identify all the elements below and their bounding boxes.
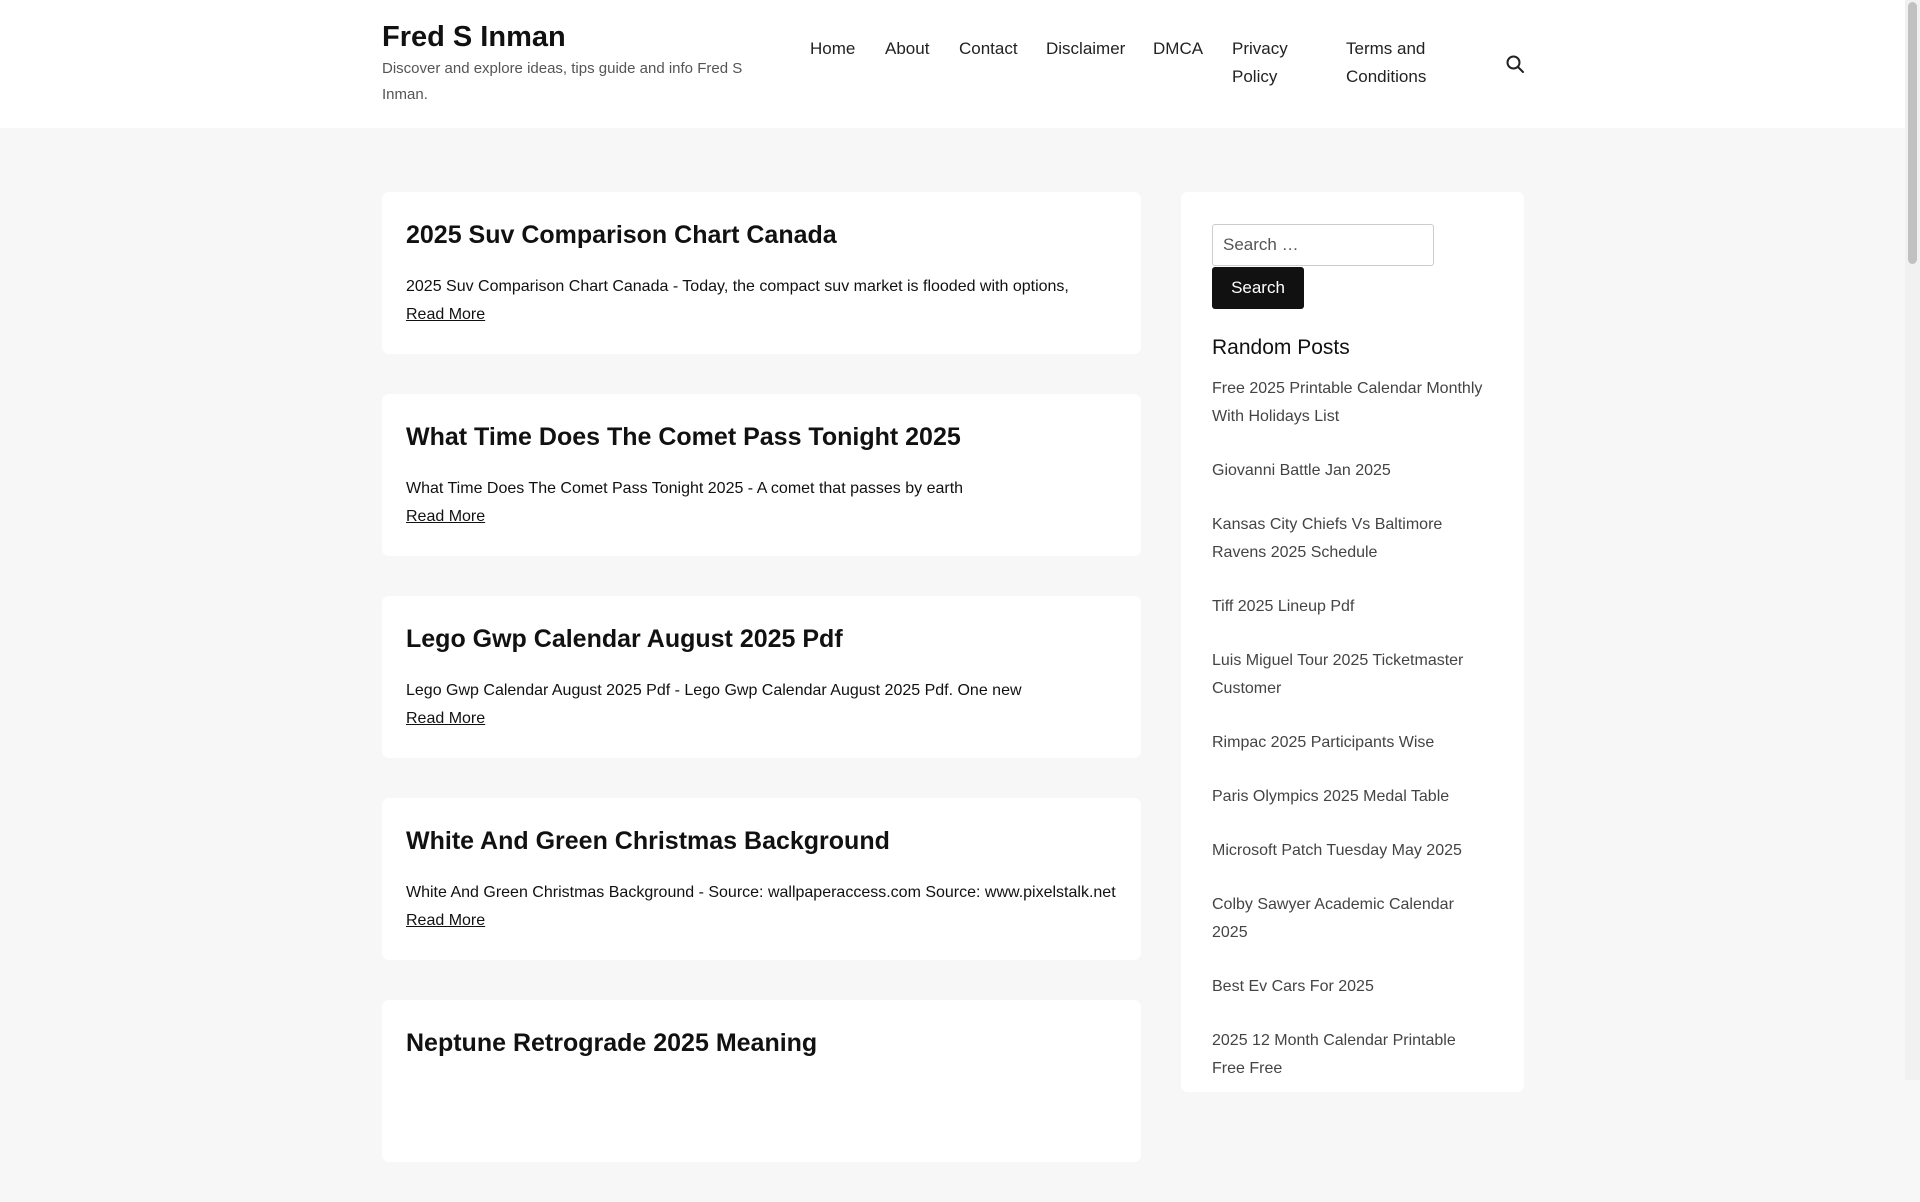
random-post-link[interactable]: Best Ev Cars For 2025 (1212, 973, 1492, 1001)
site-branding: Fred S Inman Discover and explore ideas,… (382, 18, 762, 108)
nav-privacy-policy[interactable]: Privacy Policy (1232, 35, 1322, 91)
post-excerpt: What Time Does The Comet Pass Tonight 20… (406, 480, 964, 497)
post-title[interactable]: Lego Gwp Calendar August 2025 Pdf (406, 622, 843, 656)
random-post-link[interactable]: Rimpac 2025 Participants Wise (1212, 729, 1492, 757)
post-card: What Time Does The Comet Pass Tonight 20… (382, 394, 1141, 556)
page-scrollbar[interactable] (1905, 0, 1920, 1080)
nav-about[interactable]: About (885, 35, 929, 63)
post-title[interactable]: White And Green Christmas Background (406, 824, 890, 858)
post-title[interactable]: 2025 Suv Comparison Chart Canada (406, 218, 837, 252)
random-post-link[interactable]: 2025 12 Month Calendar Printable Free Fr… (1212, 1027, 1492, 1083)
search-input[interactable] (1212, 224, 1434, 266)
random-post-link[interactable]: Kansas City Chiefs Vs Baltimore Ravens 2… (1212, 511, 1492, 567)
read-more-link[interactable]: Read More (406, 907, 485, 935)
nav-disclaimer[interactable]: Disclaimer (1046, 35, 1125, 63)
nav-home[interactable]: Home (810, 35, 855, 63)
read-more-link[interactable]: Read More (406, 301, 485, 329)
scrollbar-thumb[interactable] (1908, 2, 1917, 264)
random-post-link[interactable]: Luis Miguel Tour 2025 Ticketmaster Custo… (1212, 647, 1492, 703)
post-excerpt: Lego Gwp Calendar August 2025 Pdf - Lego… (406, 682, 1022, 699)
post-title[interactable]: What Time Does The Comet Pass Tonight 20… (406, 420, 961, 454)
search-icon[interactable] (1504, 53, 1526, 75)
site-title[interactable]: Fred S Inman (382, 18, 762, 56)
nav-dmca[interactable]: DMCA (1153, 35, 1203, 63)
sidebar: Search Random Posts Free 2025 Printable … (1181, 192, 1524, 1092)
read-more-link[interactable]: Read More (406, 503, 485, 531)
random-post-link[interactable]: Microsoft Patch Tuesday May 2025 (1212, 837, 1492, 865)
post-card: Neptune Retrograde 2025 Meaning (382, 1000, 1141, 1162)
site-description: Discover and explore ideas, tips guide a… (382, 60, 743, 103)
random-post-link[interactable]: Tiff 2025 Lineup Pdf (1212, 593, 1492, 621)
random-posts-list: Free 2025 Printable Calendar Monthly Wit… (1212, 375, 1492, 1109)
search-button[interactable]: Search (1212, 267, 1304, 309)
post-card: 2025 Suv Comparison Chart Canada 2025 Su… (382, 192, 1141, 354)
post-list: 2025 Suv Comparison Chart Canada 2025 Su… (382, 192, 1141, 1202)
random-post-link[interactable]: Free 2025 Printable Calendar Monthly Wit… (1212, 375, 1492, 431)
site-header: Fred S Inman Discover and explore ideas,… (0, 0, 1905, 128)
post-title[interactable]: Neptune Retrograde 2025 Meaning (406, 1026, 817, 1060)
random-post-link[interactable]: Giovanni Battle Jan 2025 (1212, 457, 1492, 485)
random-post-link[interactable]: Colby Sawyer Academic Calendar 2025 (1212, 891, 1492, 947)
nav-contact[interactable]: Contact (959, 35, 1018, 63)
post-excerpt: White And Green Christmas Background - S… (406, 884, 1116, 901)
post-card: Lego Gwp Calendar August 2025 Pdf Lego G… (382, 596, 1141, 758)
random-posts-heading: Random Posts (1212, 336, 1350, 359)
post-excerpt: 2025 Suv Comparison Chart Canada - Today… (406, 278, 1069, 295)
read-more-link[interactable]: Read More (406, 705, 485, 733)
nav-terms-and-conditions[interactable]: Terms and Conditions (1346, 35, 1466, 91)
post-card: White And Green Christmas Background Whi… (382, 798, 1141, 960)
random-post-link[interactable]: Paris Olympics 2025 Medal Table (1212, 783, 1492, 811)
